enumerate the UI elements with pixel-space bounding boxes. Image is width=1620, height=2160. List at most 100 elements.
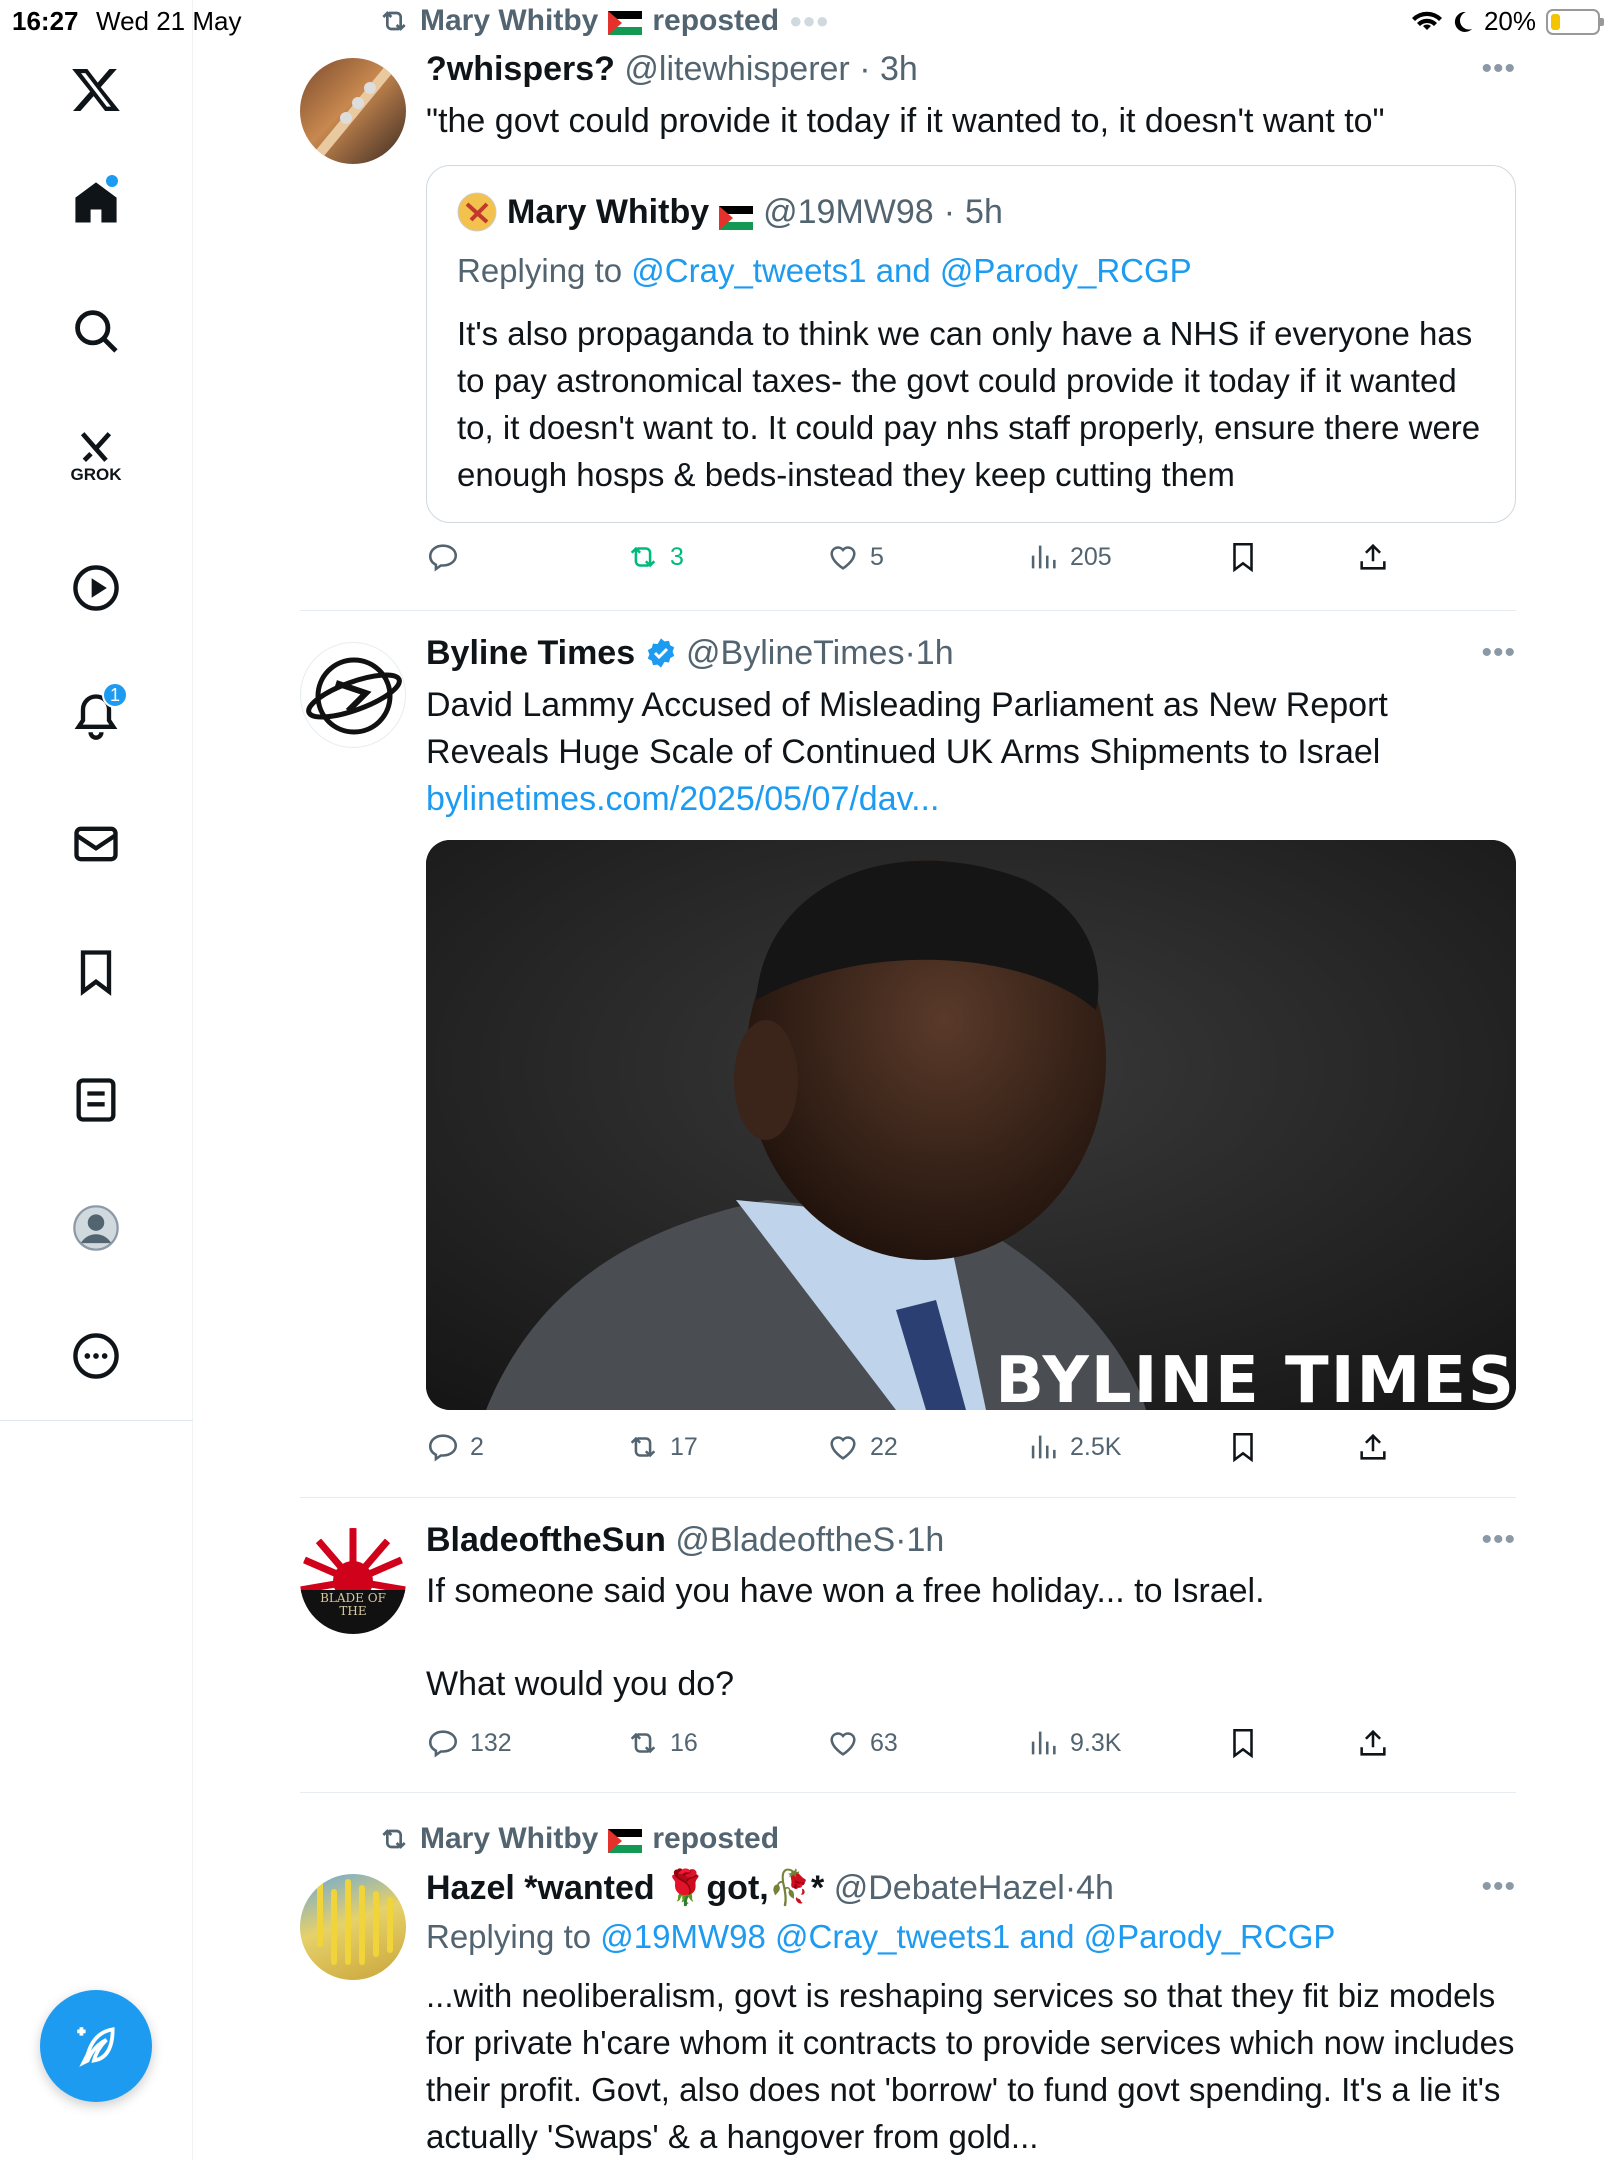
- author-name[interactable]: BladeoftheSun: [426, 1521, 666, 1559]
- share-button[interactable]: [1356, 1430, 1390, 1464]
- tweet-actions: 2 17 22 2.5K: [426, 1430, 1516, 1474]
- tweet-header: Byline Times @BylineTimes·1h: [426, 634, 954, 672]
- like-button[interactable]: 5: [826, 540, 884, 574]
- bookmark-button[interactable]: [1226, 540, 1260, 574]
- author-handle[interactable]: @litewhisperer: [624, 50, 849, 88]
- tweet-more-icon[interactable]: •••: [1481, 1523, 1516, 1557]
- views-button[interactable]: 9.3K: [1026, 1726, 1121, 1760]
- share-icon: [1360, 543, 1386, 570]
- author-handle[interactable]: @DebateHazel: [834, 1869, 1065, 1907]
- lists-icon[interactable]: [58, 1062, 134, 1138]
- palestine-flag-icon: [719, 200, 754, 230]
- repost-by-name[interactable]: Mary Whitby: [420, 4, 598, 38]
- tweet-more-icon[interactable]: •••: [1481, 1870, 1516, 1904]
- x-logo-icon[interactable]: [58, 52, 134, 128]
- views-icon: [1031, 1435, 1056, 1459]
- reply-count: 132: [470, 1728, 512, 1757]
- avatar-debatehazel[interactable]: [300, 1874, 406, 1980]
- tweet-divider: [300, 610, 1516, 611]
- repost-indicator: Mary Whitby reposted: [378, 1822, 779, 1856]
- repost-button[interactable]: 3: [626, 540, 684, 574]
- messages-icon[interactable]: [58, 806, 134, 882]
- repost-by-name[interactable]: Mary Whitby: [420, 1822, 598, 1856]
- tweet-media-image[interactable]: BYLINE TIMES: [426, 840, 1516, 1410]
- reply-context: Replying to @19MW98 @Cray_tweets1 and @P…: [426, 1918, 1335, 1956]
- heart-icon: [830, 1732, 856, 1756]
- search-icon[interactable]: [58, 293, 134, 369]
- tweet-divider: [300, 1792, 1516, 1793]
- profile-avatar-icon[interactable]: [58, 1190, 134, 1266]
- view-count: 2.5K: [1070, 1432, 1122, 1461]
- notifications-badge: 1: [102, 682, 128, 708]
- notifications-icon[interactable]: 1: [58, 678, 134, 754]
- tweet-text-line-2: What would you do?: [426, 1665, 735, 1703]
- tweet-time[interactable]: 1h: [906, 1521, 944, 1559]
- views-icon: [1031, 1731, 1056, 1755]
- quote-reply-context: Replying to @Cray_tweets1 and @Parody_RC…: [457, 252, 1192, 290]
- tweet-text: "the govt could provide it today if it w…: [426, 102, 1385, 140]
- reply-prefix: Replying to: [457, 252, 623, 289]
- repost-button[interactable]: 16: [626, 1726, 698, 1760]
- heart-icon: [830, 546, 856, 570]
- repost-icon: [630, 546, 656, 568]
- like-button[interactable]: 22: [826, 1430, 898, 1464]
- bookmark-icon: [1233, 1432, 1253, 1463]
- like-count: 22: [870, 1432, 898, 1461]
- author-handle[interactable]: @BladeoftheS: [675, 1521, 895, 1559]
- bookmarks-icon[interactable]: [58, 934, 134, 1010]
- like-button[interactable]: 63: [826, 1726, 898, 1760]
- repost-icon: [382, 11, 406, 31]
- repost-icon: [382, 1829, 406, 1849]
- compose-feather-icon: [77, 2027, 115, 2067]
- tweet-link[interactable]: bylinetimes.com/2025/05/07/dav...: [426, 776, 1516, 823]
- tweet-more-icon[interactable]: •••: [1481, 52, 1516, 86]
- reply-targets[interactable]: @Cray_tweets1 and @Parody_RCGP: [631, 252, 1191, 289]
- video-icon[interactable]: [58, 550, 134, 626]
- tweet-time[interactable]: 3h: [880, 50, 918, 88]
- bookmark-button[interactable]: [1226, 1430, 1260, 1464]
- avatar-whispers[interactable]: [300, 58, 406, 164]
- tweet-text: David Lammy Accused of Misleading Parlia…: [426, 686, 1388, 771]
- moon-icon: [1454, 11, 1472, 32]
- views-button[interactable]: 205: [1026, 540, 1112, 574]
- tweet-more-icon[interactable]: •••: [1481, 636, 1516, 670]
- tweet-text-line-1: If someone said you have won a free holi…: [426, 1572, 1265, 1610]
- tweet-actions: 3 5 205: [426, 540, 1516, 584]
- reply-icon: [428, 544, 458, 572]
- heart-icon: [830, 1436, 856, 1460]
- share-button[interactable]: [1356, 540, 1390, 574]
- more-options-icon[interactable]: [58, 1318, 134, 1394]
- compose-button[interactable]: [40, 1990, 152, 2102]
- home-icon[interactable]: [58, 165, 134, 241]
- author-handle[interactable]: @BylineTimes: [686, 634, 904, 672]
- reply-button[interactable]: [426, 540, 460, 574]
- avatar-byline-times[interactable]: [300, 642, 406, 748]
- verified-badge-icon: [647, 638, 674, 668]
- author-name[interactable]: Byline Times: [426, 634, 635, 672]
- battery-percent: 20%: [1483, 6, 1536, 36]
- repost-button[interactable]: 17: [626, 1430, 698, 1464]
- quote-handle: @19MW98: [763, 192, 934, 231]
- share-button[interactable]: [1356, 1726, 1390, 1760]
- avatar-bladeofthesun[interactable]: BLADE OF THE: [300, 1528, 406, 1634]
- grok-label: GROK: [70, 465, 122, 484]
- reply-button[interactable]: 132: [426, 1726, 512, 1760]
- author-name[interactable]: ?whispers?: [426, 50, 615, 88]
- reply-prefix: Replying to: [426, 1918, 592, 1955]
- media-watermark: BYLINE TIMES: [995, 1344, 1516, 1410]
- like-count: 63: [870, 1728, 898, 1757]
- author-name[interactable]: Hazel *wanted 🌹got,🥀*: [426, 1869, 824, 1907]
- share-icon: [1360, 1433, 1386, 1460]
- bookmark-button[interactable]: [1226, 1726, 1260, 1760]
- quote-time: 5h: [965, 192, 1003, 231]
- grok-icon[interactable]: GROK: [58, 418, 134, 494]
- views-button[interactable]: 2.5K: [1026, 1430, 1121, 1464]
- status-right: 20%: [1411, 6, 1604, 37]
- reply-button[interactable]: 2: [426, 1430, 484, 1464]
- quoted-tweet[interactable]: Mary Whitby @19MW98 · 5h Replying to @Cray…: [426, 165, 1516, 523]
- tweet-header: ?whispers? @litewhisperer · 3h: [426, 50, 918, 88]
- reply-targets[interactable]: @19MW98 @Cray_tweets1 and @Parody_RCGP: [600, 1918, 1335, 1955]
- view-count: 9.3K: [1070, 1728, 1122, 1757]
- tweet-time[interactable]: 1h: [916, 634, 954, 672]
- tweet-time[interactable]: 4h: [1076, 1869, 1114, 1907]
